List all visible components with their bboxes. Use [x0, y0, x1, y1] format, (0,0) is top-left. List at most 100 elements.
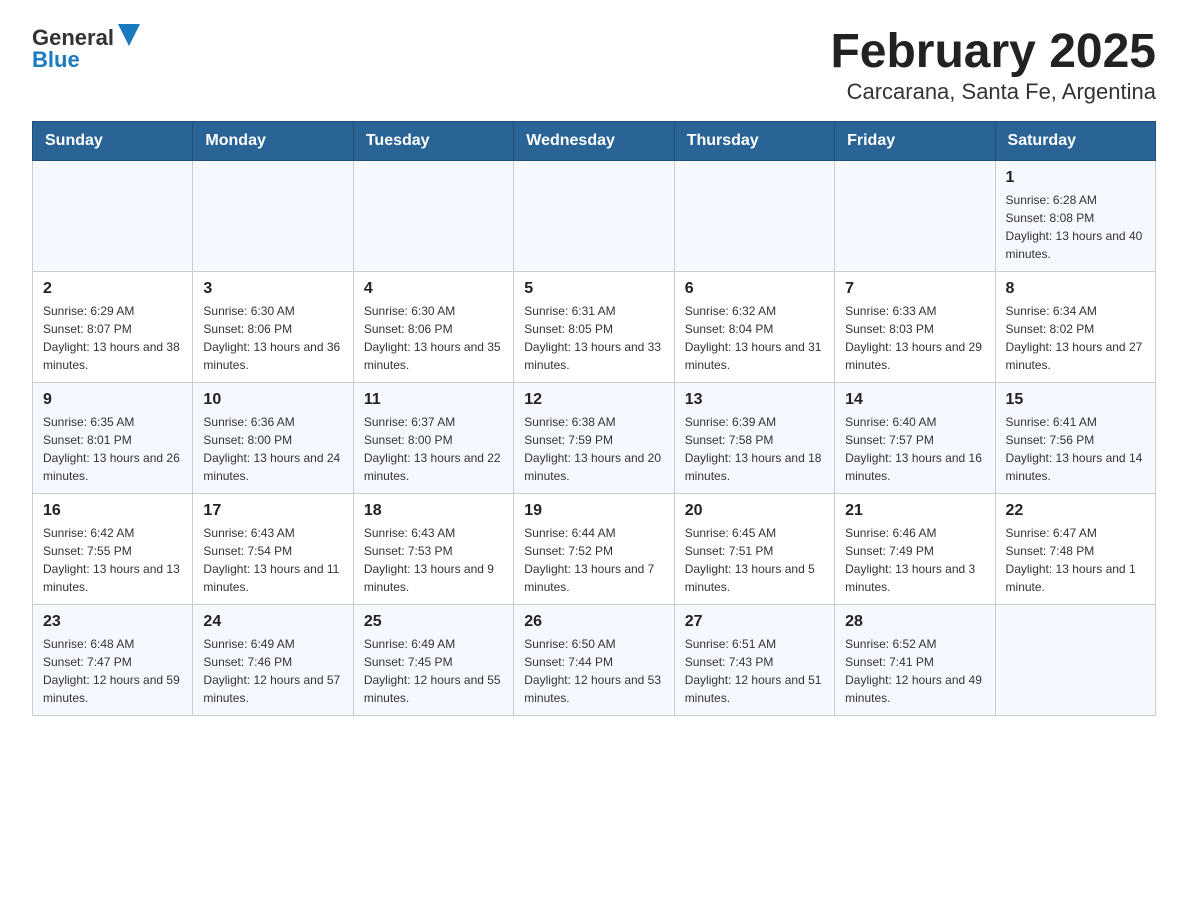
- day-info: Sunrise: 6:46 AMSunset: 7:49 PMDaylight:…: [845, 524, 984, 596]
- day-info: Sunrise: 6:35 AMSunset: 8:01 PMDaylight:…: [43, 413, 182, 485]
- day-info: Sunrise: 6:52 AMSunset: 7:41 PMDaylight:…: [845, 635, 984, 707]
- calendar-cell-w2-d7: 8 Sunrise: 6:34 AMSunset: 8:02 PMDaylight…: [995, 272, 1155, 383]
- calendar-cell-w4-d7: 22Sunrise: 6:47 AMSunset: 7:48 PMDayligh…: [995, 494, 1155, 605]
- logo-text-blue: Blue: [32, 47, 80, 73]
- calendar-header-row: Sunday Monday Tuesday Wednesday Thursday…: [33, 122, 1156, 161]
- calendar-cell-w3-d7: 15Sunrise: 6:41 AMSunset: 7:56 PMDayligh…: [995, 383, 1155, 494]
- calendar-cell-w5-d7: [995, 605, 1155, 716]
- calendar-cell-w3-d1: 9 Sunrise: 6:35 AMSunset: 8:01 PMDaylight…: [33, 383, 193, 494]
- day-info: Sunrise: 6:29 AMSunset: 8:07 PMDaylight:…: [43, 302, 182, 374]
- day-number: 25: [364, 613, 503, 631]
- day-info: Sunrise: 6:28 AMSunset: 8:08 PMDaylight:…: [1006, 191, 1145, 263]
- calendar-cell-w2-d3: 4 Sunrise: 6:30 AMSunset: 8:06 PMDaylight…: [353, 272, 513, 383]
- calendar-cell-w4-d2: 17 Sunrise: 6:43 AMSunset: 7:54 PMDayligh…: [193, 494, 353, 605]
- calendar-cell-w2-d4: 5 Sunrise: 6:31 AMSunset: 8:05 PMDaylight…: [514, 272, 674, 383]
- calendar-week-4: 16 Sunrise: 6:42 AMSunset: 7:55 PMDayligh…: [33, 494, 1156, 605]
- day-info: Sunrise: 6:39 AMSunset: 7:58 PMDaylight:…: [685, 413, 824, 485]
- calendar-cell-w4-d1: 16 Sunrise: 6:42 AMSunset: 7:55 PMDayligh…: [33, 494, 193, 605]
- day-info: Sunrise: 6:31 AMSunset: 8:05 PMDaylight:…: [524, 302, 663, 374]
- calendar-cell-w3-d6: 14 Sunrise: 6:40 AMSunset: 7:57 PMDayligh…: [835, 383, 995, 494]
- calendar-week-5: 23 Sunrise: 6:48 AMSunset: 7:47 PMDayligh…: [33, 605, 1156, 716]
- day-number: 3: [203, 280, 342, 298]
- day-number: 15: [1006, 391, 1145, 409]
- calendar-cell-w3-d2: 10Sunrise: 6:36 AMSunset: 8:00 PMDayligh…: [193, 383, 353, 494]
- day-info: Sunrise: 6:43 AMSunset: 7:54 PMDaylight:…: [203, 524, 342, 596]
- day-info: Sunrise: 6:49 AMSunset: 7:45 PMDaylight:…: [364, 635, 503, 707]
- day-number: 6: [685, 280, 824, 298]
- day-info: Sunrise: 6:34 AMSunset: 8:02 PMDaylight:…: [1006, 302, 1145, 374]
- calendar-cell-w4-d6: 21 Sunrise: 6:46 AMSunset: 7:49 PMDayligh…: [835, 494, 995, 605]
- calendar-cell-w1-d2: [193, 161, 353, 272]
- day-info: Sunrise: 6:40 AMSunset: 7:57 PMDaylight:…: [845, 413, 984, 485]
- col-saturday: Saturday: [995, 122, 1155, 161]
- calendar-week-2: 2 Sunrise: 6:29 AMSunset: 8:07 PMDaylight…: [33, 272, 1156, 383]
- day-number: 19: [524, 502, 663, 520]
- calendar-cell-w1-d7: 1 Sunrise: 6:28 AMSunset: 8:08 PMDaylight…: [995, 161, 1155, 272]
- day-number: 7: [845, 280, 984, 298]
- day-info: Sunrise: 6:42 AMSunset: 7:55 PMDaylight:…: [43, 524, 182, 596]
- calendar-cell-w5-d2: 24Sunrise: 6:49 AMSunset: 7:46 PMDayligh…: [193, 605, 353, 716]
- day-info: Sunrise: 6:30 AMSunset: 8:06 PMDaylight:…: [203, 302, 342, 374]
- day-number: 8: [1006, 280, 1145, 298]
- day-info: Sunrise: 6:32 AMSunset: 8:04 PMDaylight:…: [685, 302, 824, 374]
- calendar-cell-w5-d3: 25 Sunrise: 6:49 AMSunset: 7:45 PMDayligh…: [353, 605, 513, 716]
- day-info: Sunrise: 6:44 AMSunset: 7:52 PMDaylight:…: [524, 524, 663, 596]
- day-info: Sunrise: 6:37 AMSunset: 8:00 PMDaylight:…: [364, 413, 503, 485]
- col-thursday: Thursday: [674, 122, 834, 161]
- col-sunday: Sunday: [33, 122, 193, 161]
- day-number: 17: [203, 502, 342, 520]
- calendar-cell-w4-d3: 18 Sunrise: 6:43 AMSunset: 7:53 PMDayligh…: [353, 494, 513, 605]
- day-number: 4: [364, 280, 503, 298]
- calendar-cell-w1-d3: [353, 161, 513, 272]
- day-info: Sunrise: 6:33 AMSunset: 8:03 PMDaylight:…: [845, 302, 984, 374]
- day-number: 10: [203, 391, 342, 409]
- calendar-cell-w3-d4: 12 Sunrise: 6:38 AMSunset: 7:59 PMDayligh…: [514, 383, 674, 494]
- calendar-cell-w5-d5: 27 Sunrise: 6:51 AMSunset: 7:43 PMDayligh…: [674, 605, 834, 716]
- day-info: Sunrise: 6:50 AMSunset: 7:44 PMDaylight:…: [524, 635, 663, 707]
- col-wednesday: Wednesday: [514, 122, 674, 161]
- day-number: 13: [685, 391, 824, 409]
- day-number: 9: [43, 391, 182, 409]
- day-info: Sunrise: 6:47 AMSunset: 7:48 PMDaylight:…: [1006, 524, 1145, 596]
- day-number: 5: [524, 280, 663, 298]
- day-info: Sunrise: 6:38 AMSunset: 7:59 PMDaylight:…: [524, 413, 663, 485]
- calendar-cell-w3-d5: 13 Sunrise: 6:39 AMSunset: 7:58 PMDayligh…: [674, 383, 834, 494]
- day-number: 2: [43, 280, 182, 298]
- day-number: 12: [524, 391, 663, 409]
- calendar-cell-w3-d3: 11 Sunrise: 6:37 AMSunset: 8:00 PMDayligh…: [353, 383, 513, 494]
- day-info: Sunrise: 6:45 AMSunset: 7:51 PMDaylight:…: [685, 524, 824, 596]
- calendar-cell-w1-d5: [674, 161, 834, 272]
- day-info: Sunrise: 6:51 AMSunset: 7:43 PMDaylight:…: [685, 635, 824, 707]
- day-info: Sunrise: 6:48 AMSunset: 7:47 PMDaylight:…: [43, 635, 182, 707]
- day-number: 20: [685, 502, 824, 520]
- day-number: 28: [845, 613, 984, 631]
- day-number: 16: [43, 502, 182, 520]
- calendar-cell-w4-d4: 19 Sunrise: 6:44 AMSunset: 7:52 PMDayligh…: [514, 494, 674, 605]
- calendar-cell-w2-d5: 6 Sunrise: 6:32 AMSunset: 8:04 PMDaylight…: [674, 272, 834, 383]
- logo-triangle-icon: [118, 24, 140, 46]
- day-number: 27: [685, 613, 824, 631]
- calendar-cell-w1-d1: [33, 161, 193, 272]
- day-number: 14: [845, 391, 984, 409]
- page-header: General Blue February 2025 Carcarana, Sa…: [32, 24, 1156, 105]
- calendar-cell-w5-d4: 26 Sunrise: 6:50 AMSunset: 7:44 PMDayligh…: [514, 605, 674, 716]
- calendar-week-1: 1 Sunrise: 6:28 AMSunset: 8:08 PMDaylight…: [33, 161, 1156, 272]
- day-number: 18: [364, 502, 503, 520]
- calendar-location: Carcarana, Santa Fe, Argentina: [830, 79, 1156, 105]
- calendar-title-block: February 2025 Carcarana, Santa Fe, Argen…: [830, 24, 1156, 105]
- calendar-cell-w1-d4: [514, 161, 674, 272]
- day-number: 1: [1006, 169, 1145, 187]
- day-info: Sunrise: 6:30 AMSunset: 8:06 PMDaylight:…: [364, 302, 503, 374]
- calendar-week-3: 9 Sunrise: 6:35 AMSunset: 8:01 PMDaylight…: [33, 383, 1156, 494]
- col-friday: Friday: [835, 122, 995, 161]
- day-info: Sunrise: 6:43 AMSunset: 7:53 PMDaylight:…: [364, 524, 503, 596]
- day-number: 23: [43, 613, 182, 631]
- day-number: 11: [364, 391, 503, 409]
- calendar-cell-w2-d2: 3 Sunrise: 6:30 AMSunset: 8:06 PMDaylight…: [193, 272, 353, 383]
- calendar-cell-w5-d1: 23 Sunrise: 6:48 AMSunset: 7:47 PMDayligh…: [33, 605, 193, 716]
- day-number: 21: [845, 502, 984, 520]
- calendar-cell-w2-d6: 7 Sunrise: 6:33 AMSunset: 8:03 PMDaylight…: [835, 272, 995, 383]
- logo: General Blue: [32, 24, 140, 73]
- day-number: 26: [524, 613, 663, 631]
- day-number: 24: [203, 613, 342, 631]
